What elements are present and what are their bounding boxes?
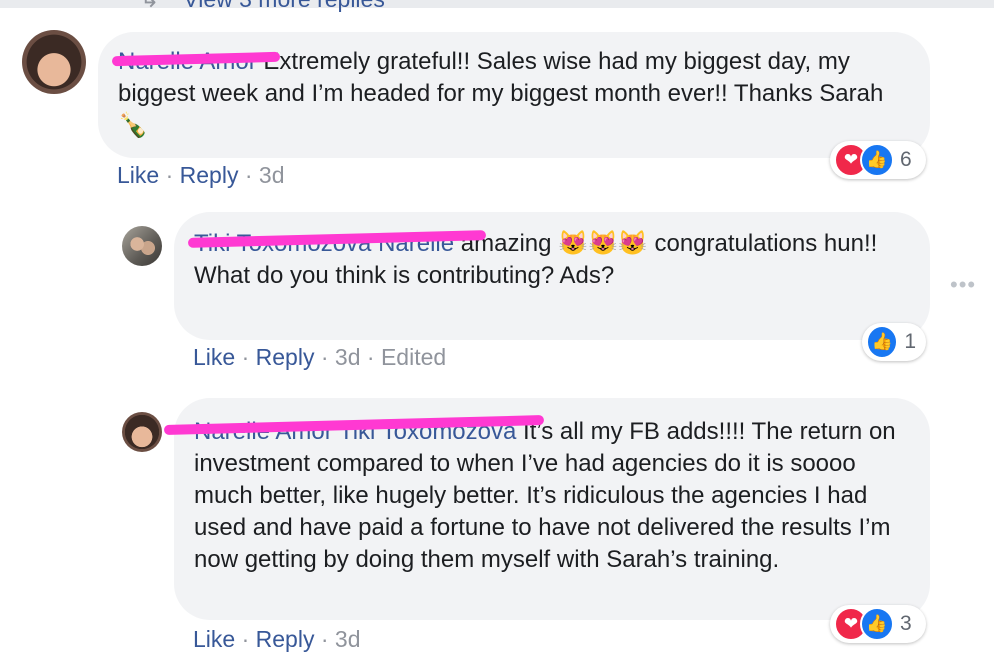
separator: · <box>320 626 329 652</box>
reaction-summary[interactable]: 👍 1 <box>862 323 926 361</box>
reaction-summary[interactable]: ❤ 👍 3 <box>830 605 926 643</box>
comment-bubble: Narelle Amor Extremely grateful!! Sales … <box>98 32 930 158</box>
comment-bubble: Tiki Toxomozova Narelle amazing 😻😻😻 cong… <box>174 212 930 340</box>
more-options-icon[interactable]: ••• <box>950 272 976 298</box>
like-icon: 👍 <box>866 325 899 359</box>
reaction-count: 1 <box>904 330 916 353</box>
separator: · <box>165 162 174 188</box>
reaction-count: 6 <box>900 148 912 171</box>
reaction-summary[interactable]: ❤ 👍 6 <box>830 141 926 179</box>
separator: · <box>241 344 250 370</box>
avatar[interactable] <box>122 412 162 452</box>
timestamp[interactable]: 3d <box>335 344 361 370</box>
separator: · <box>320 344 329 370</box>
like-icon: 👍 <box>860 143 894 177</box>
timestamp[interactable]: 3d <box>259 162 285 188</box>
reply-link[interactable]: Reply <box>256 626 315 652</box>
like-link[interactable]: Like <box>193 626 235 652</box>
reply-link[interactable]: Reply <box>180 162 239 188</box>
comment-actions: Like · Reply · 3d · Edited <box>193 344 446 371</box>
view-more-replies-link[interactable]: ↳ View 3 more replies <box>140 0 385 13</box>
like-icon: 👍 <box>860 607 894 641</box>
view-more-label[interactable]: View 3 more replies <box>183 0 385 12</box>
separator: · <box>366 344 375 370</box>
separator: · <box>241 626 250 652</box>
reply-arrow-icon: ↳ <box>140 0 159 12</box>
edited-label[interactable]: Edited <box>381 344 446 370</box>
comment-actions: Like · Reply · 3d <box>117 162 285 189</box>
timestamp[interactable]: 3d <box>335 626 361 652</box>
like-link[interactable]: Like <box>117 162 159 188</box>
avatar[interactable] <box>122 226 162 266</box>
separator: · <box>244 162 253 188</box>
reply-link[interactable]: Reply <box>256 344 315 370</box>
comment-actions: Like · Reply · 3d <box>193 626 361 653</box>
reaction-count: 3 <box>900 612 912 635</box>
like-link[interactable]: Like <box>193 344 235 370</box>
avatar[interactable] <box>22 30 86 94</box>
